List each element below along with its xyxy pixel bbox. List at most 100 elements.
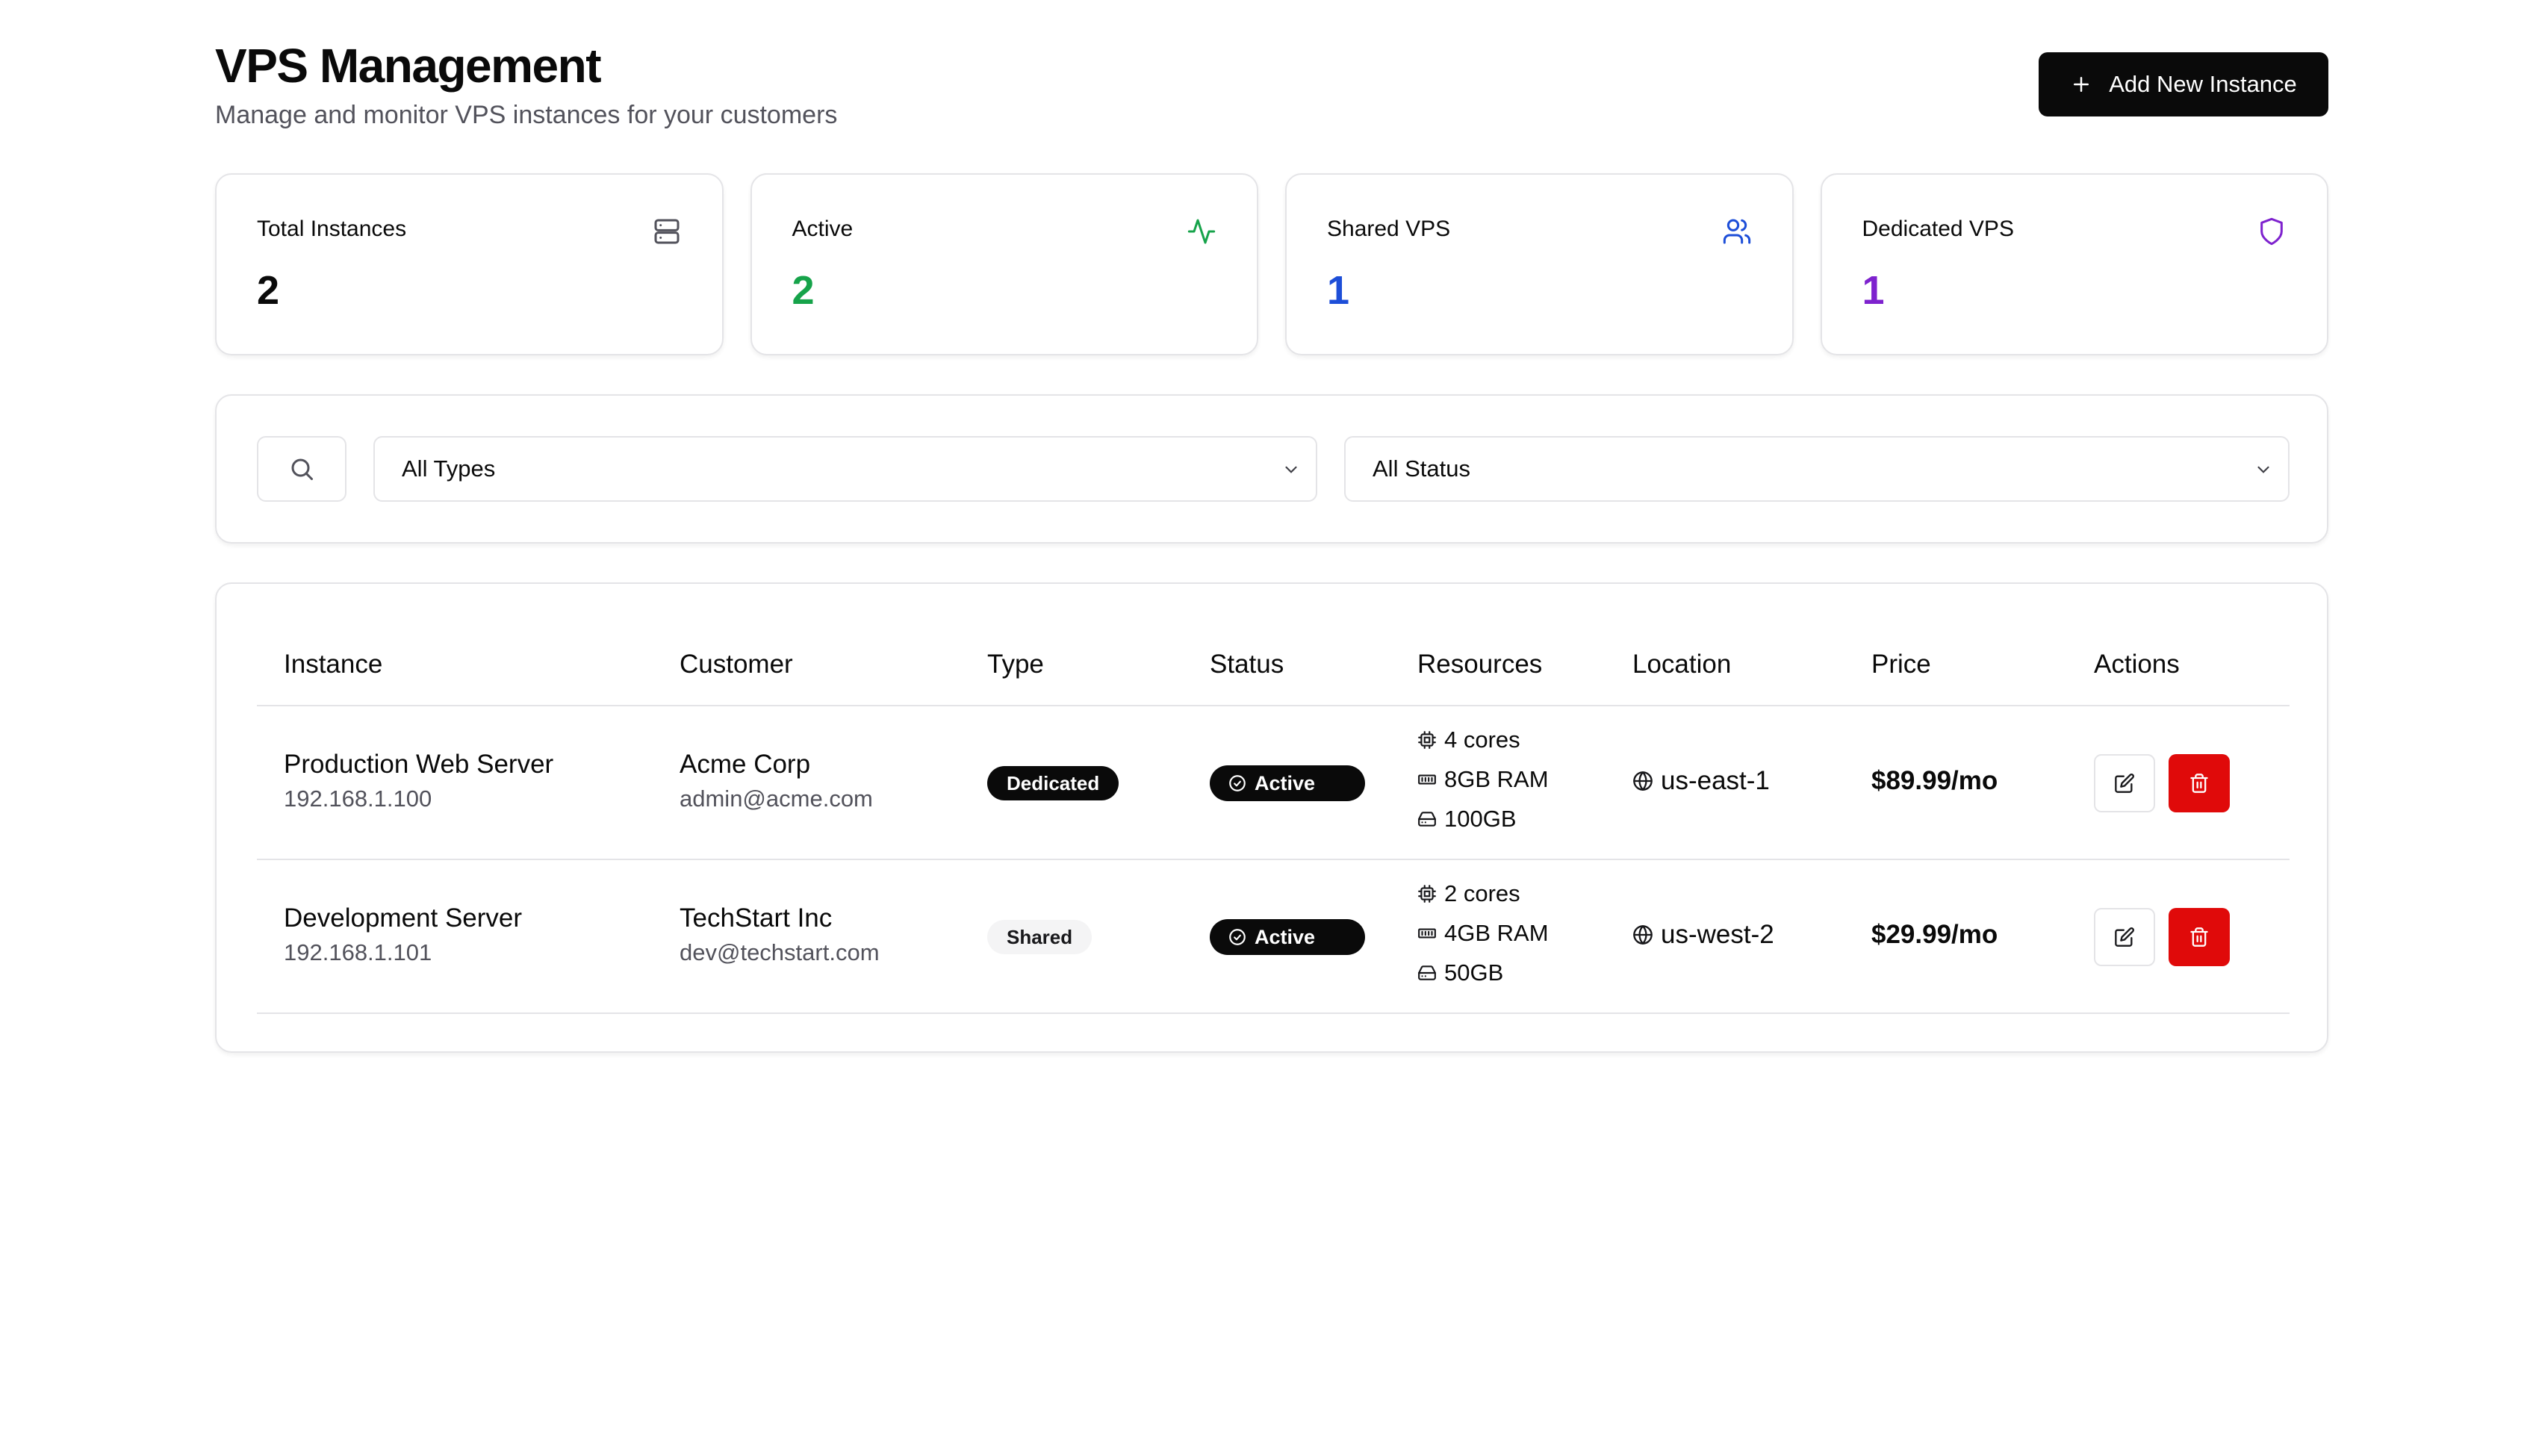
customer-cell: Acme Corp admin@acme.com: [680, 748, 873, 814]
table-row: Production Web Server 192.168.1.100 Acme…: [257, 706, 2290, 860]
chevron-down-icon: [2257, 466, 2269, 473]
status-badge: Active: [1210, 765, 1365, 801]
stat-value: 2: [257, 268, 280, 313]
customer-email: dev@techstart.com: [680, 939, 880, 965]
instances-table: Instance Customer Type Status Resources …: [257, 624, 2290, 1014]
type-badge: Dedicated: [987, 766, 1119, 800]
server-icon: [654, 219, 679, 244]
customer-cell: TechStart Inc dev@techstart.com: [680, 902, 880, 968]
hard-drive-icon: [1418, 811, 1436, 827]
status-badge: Active: [1210, 919, 1365, 955]
users-icon: [1723, 219, 1750, 244]
column-header-type: Type: [987, 650, 1044, 679]
cpu-resource: 2 cores: [1417, 874, 1549, 913]
delete-button[interactable]: [2169, 754, 2230, 812]
status-filter-value: All Status: [1373, 455, 1470, 482]
location-cell: us-east-1: [1632, 766, 1770, 796]
edit-button[interactable]: [2094, 754, 2155, 812]
column-header-resources: Resources: [1417, 650, 1543, 679]
disk-value: 100GB: [1444, 805, 1517, 832]
status-label: Active: [1255, 771, 1316, 794]
shield-icon: [2260, 217, 2283, 246]
instance-name: Production Web Server: [284, 750, 554, 779]
type-cell: Shared: [987, 920, 1092, 954]
stat-card-shared-vps: Shared VPS 1: [1285, 173, 1794, 355]
instance-name: Development Server: [284, 903, 523, 933]
search-input[interactable]: [257, 436, 346, 502]
plus-icon: [2074, 77, 2089, 92]
cpu-value: 2 cores: [1444, 880, 1520, 906]
stat-card-dedicated-vps: Dedicated VPS 1: [1820, 173, 2328, 355]
instances-table-card: Instance Customer Type Status Resources …: [215, 582, 2328, 1053]
search-icon: [291, 458, 313, 480]
price-value: $29.99/mo: [1871, 920, 1998, 949]
instance-cell: Production Web Server 192.168.1.100: [284, 748, 553, 814]
disk-resource: 100GB: [1417, 799, 1549, 839]
stat-value: 1: [1862, 268, 1885, 313]
page-subtitle: Manage and monitor VPS instances for you…: [215, 101, 838, 129]
chevron-down-icon: [1285, 466, 1297, 473]
trash-icon: [2190, 927, 2208, 947]
status-label: Active: [1255, 925, 1316, 948]
edit-button[interactable]: [2094, 908, 2155, 966]
type-cell: Dedicated: [987, 766, 1119, 800]
globe-icon: [1633, 771, 1653, 791]
edit-icon: [2115, 774, 2134, 793]
instance-cell: Development Server 192.168.1.101: [284, 902, 522, 968]
disk-value: 50GB: [1444, 959, 1504, 986]
table-header: Instance Customer Type Status Resources …: [257, 624, 2290, 706]
stat-card-active: Active 2: [750, 173, 1258, 355]
ram-value: 8GB RAM: [1444, 765, 1549, 792]
check-circle-icon: [1229, 929, 1246, 945]
column-header-price: Price: [1871, 650, 1931, 679]
price-value: $89.99/mo: [1871, 766, 1998, 795]
column-header-actions: Actions: [2094, 650, 2180, 679]
customer-name: TechStart Inc: [680, 903, 833, 933]
column-header-customer: Customer: [680, 650, 793, 679]
cpu-icon: [1418, 730, 1436, 749]
globe-icon: [1633, 925, 1653, 945]
memory-icon: [1418, 928, 1436, 938]
stat-label: Shared VPS: [1327, 217, 1451, 241]
table-row: Development Server 192.168.1.101 TechSta…: [257, 860, 2290, 1014]
memory-icon: [1418, 774, 1436, 784]
activity-icon: [1187, 219, 1216, 244]
edit-icon: [2115, 927, 2134, 947]
check-circle-icon: [1229, 775, 1246, 791]
location-value: us-west-2: [1661, 920, 1774, 949]
page-header: VPS Management Manage and monitor VPS in…: [215, 0, 2328, 172]
type-filter-select[interactable]: All Types: [373, 436, 1317, 502]
cpu-value: 4 cores: [1444, 726, 1520, 753]
page-title: VPS Management: [215, 39, 602, 93]
stat-label: Total Instances: [257, 217, 407, 241]
column-header-status: Status: [1210, 650, 1284, 679]
ram-resource: 8GB RAM: [1417, 759, 1549, 799]
column-header-location: Location: [1632, 650, 1732, 679]
stats-row: Total Instances 2 Active 2 Shared VPS 1 …: [215, 173, 2328, 355]
location-value: us-east-1: [1661, 766, 1770, 795]
add-new-instance-button[interactable]: Add New Instance: [2039, 52, 2328, 116]
type-filter-value: All Types: [402, 455, 496, 482]
add-new-instance-label: Add New Instance: [2109, 71, 2297, 97]
stat-value: 2: [792, 268, 815, 313]
customer-name: Acme Corp: [680, 750, 811, 779]
trash-icon: [2190, 774, 2208, 793]
resources-cell: 4 cores 8GB RAM 100GB: [1417, 720, 1549, 839]
delete-button[interactable]: [2169, 908, 2230, 966]
column-header-instance: Instance: [284, 650, 383, 679]
ram-resource: 4GB RAM: [1417, 913, 1549, 953]
vps-management-page: VPS Management Manage and monitor VPS in…: [215, 0, 2328, 1053]
status-filter-select[interactable]: All Status: [1344, 436, 2290, 502]
stat-label: Active: [792, 217, 854, 241]
type-badge: Shared: [987, 920, 1092, 954]
cpu-resource: 4 cores: [1417, 720, 1549, 759]
disk-resource: 50GB: [1417, 953, 1549, 992]
cpu-icon: [1418, 884, 1436, 903]
filter-bar: All Types All Status: [215, 394, 2328, 544]
hard-drive-icon: [1418, 965, 1436, 980]
stat-value: 1: [1327, 268, 1350, 313]
status-cell: Active: [1210, 765, 1365, 801]
location-cell: us-west-2: [1632, 920, 1774, 950]
stat-card-total-instances: Total Instances 2: [215, 173, 724, 355]
status-cell: Active: [1210, 919, 1365, 955]
